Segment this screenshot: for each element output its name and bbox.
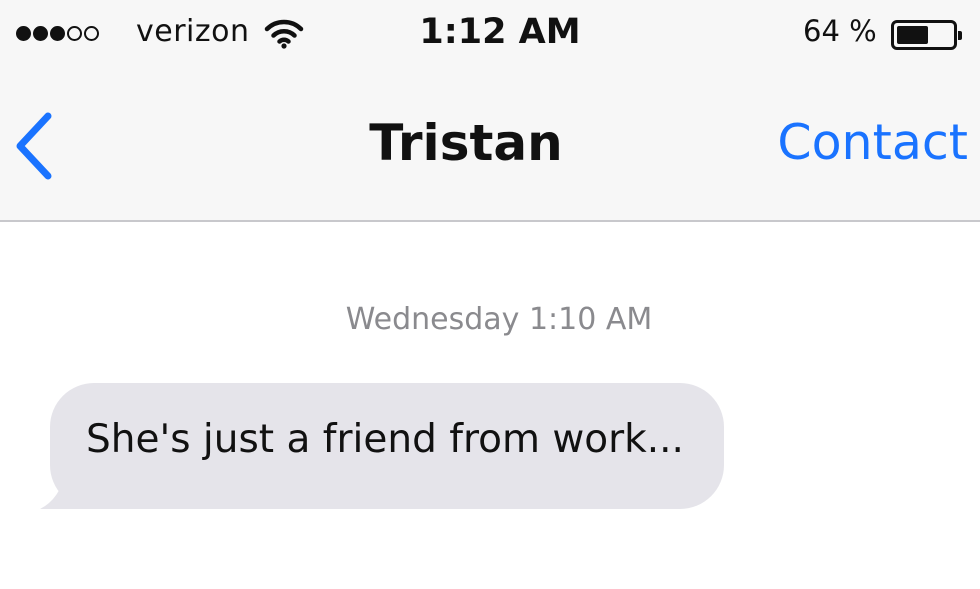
incoming-message: She's just a friend from work... — [34, 383, 734, 513]
battery-icon — [891, 20, 962, 50]
header: verizon 1:12 AM 64 % Tristan Contact — [0, 0, 980, 222]
battery-level-fill — [897, 26, 928, 44]
message-bubble: She's just a friend from work... — [50, 383, 724, 509]
contact-button[interactable]: Contact — [777, 114, 968, 171]
battery-tip — [958, 31, 962, 40]
message-timestamp: Wednesday 1:10 AM — [345, 302, 653, 337]
status-bar: verizon 1:12 AM 64 % — [0, 0, 980, 70]
battery-percentage: 64 % — [803, 14, 877, 48]
